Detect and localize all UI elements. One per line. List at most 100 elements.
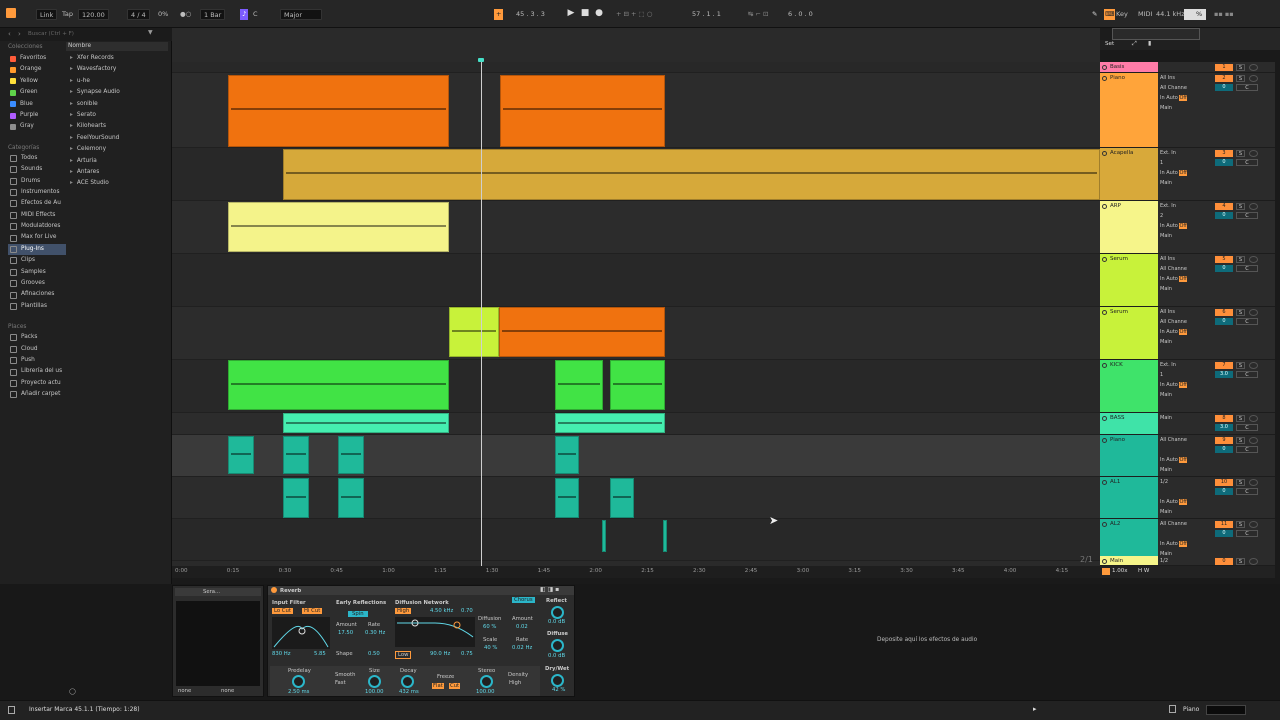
category-item[interactable]: Afinaciones [8, 289, 66, 300]
monitor-auto[interactable]: Auto [1166, 457, 1178, 463]
pan-field[interactable]: C [1236, 159, 1258, 166]
metronome-icon[interactable]: ●○ [180, 9, 191, 20]
diffusion-value[interactable]: 60 % [483, 624, 496, 630]
monitor-off[interactable]: Off [1179, 95, 1187, 101]
chorus-amount-value[interactable]: 0.02 [516, 624, 528, 630]
expand-arrow-icon[interactable]: ▸ [70, 53, 73, 64]
back-icon[interactable]: ‹ [8, 30, 11, 38]
plugin-folder[interactable]: ▸ Serato [68, 110, 168, 121]
category-item[interactable]: Sounds [8, 164, 66, 175]
arm-icon[interactable] [1249, 415, 1258, 422]
arm-icon[interactable] [1249, 521, 1258, 528]
clip[interactable] [500, 75, 665, 147]
high-freq-value[interactable]: 4.50 kHz [430, 608, 453, 614]
diffusion-curve-display[interactable] [395, 617, 475, 647]
track-fold-icon[interactable] [1102, 416, 1107, 421]
monitor-in[interactable]: In [1160, 223, 1165, 229]
forward-icon[interactable]: › [18, 30, 21, 38]
midi-map-button[interactable]: MIDI [1138, 9, 1152, 20]
volume-field[interactable]: 0 [1215, 84, 1233, 91]
monitor-off[interactable]: Off [1179, 329, 1187, 335]
footer-h[interactable]: H W [1138, 568, 1149, 574]
category-item[interactable]: Efectos de Au [8, 198, 66, 209]
track-activator[interactable]: 11 [1215, 521, 1233, 528]
link-button[interactable]: Link [36, 9, 58, 20]
output-select[interactable]: Main [1160, 286, 1200, 293]
track-fold-icon[interactable] [1102, 363, 1107, 368]
hi-freq[interactable]: 5.85 [314, 651, 326, 657]
solo-button[interactable]: S [1236, 437, 1245, 444]
monitor-auto[interactable]: Auto [1166, 499, 1178, 505]
collection-item[interactable]: Yellow [8, 76, 66, 87]
track-header[interactable]: Serum [1100, 254, 1158, 307]
expand-icon[interactable]: ⤢ [1132, 40, 1137, 48]
track-fold-icon[interactable] [1102, 257, 1107, 262]
monitor-off[interactable]: Off [1179, 499, 1187, 505]
input-type-select[interactable]: Ext. In [1160, 362, 1200, 369]
arm-icon[interactable] [1249, 362, 1258, 369]
clip[interactable] [228, 436, 254, 474]
track-fold-icon[interactable] [1102, 204, 1107, 209]
clip[interactable] [663, 520, 667, 552]
category-item[interactable]: Instrumentos [8, 187, 66, 198]
arm-icon[interactable] [1249, 437, 1258, 444]
clip[interactable] [449, 307, 499, 357]
plugin-folder[interactable]: ▸ ACE Studio [68, 178, 168, 189]
place-item[interactable]: Proyecto actu [8, 378, 66, 389]
clip[interactable] [555, 478, 579, 518]
category-item[interactable]: Max for Live [8, 232, 66, 243]
track-header[interactable]: Basis [1100, 62, 1158, 73]
arm-icon[interactable] [1249, 150, 1258, 157]
reflect-value[interactable]: 0.0 dB [548, 619, 565, 625]
category-item[interactable]: Drums [8, 176, 66, 187]
solo-button[interactable]: S [1236, 521, 1245, 528]
input-type-select[interactable]: 1/2 [1160, 479, 1200, 486]
high-toggle[interactable]: High [395, 608, 412, 614]
category-item[interactable]: Modulatdores [8, 221, 66, 232]
low-freq-value[interactable]: 90.0 Hz [430, 651, 450, 657]
input-channel-select[interactable]: 1 [1160, 160, 1200, 167]
solo-button[interactable]: S [1236, 362, 1245, 369]
record-icon[interactable]: ● [594, 8, 604, 19]
stop-icon[interactable]: ■ [580, 8, 590, 19]
pan-field[interactable]: C [1236, 424, 1258, 431]
collection-item[interactable]: Green [8, 87, 66, 98]
track-lane[interactable] [172, 254, 1100, 307]
lo-freq[interactable]: 830 Hz [272, 651, 291, 657]
time-signature[interactable]: 4 / 4 [127, 9, 150, 20]
smooth-select[interactable]: Fast [335, 680, 346, 686]
collection-item[interactable]: Blue [8, 99, 66, 110]
monitor-in[interactable]: In [1160, 170, 1165, 176]
input-type-select[interactable]: Main [1160, 415, 1200, 422]
low-toggle[interactable]: Low [395, 651, 412, 659]
solo-button[interactable]: S [1236, 415, 1245, 422]
decay-knob[interactable] [401, 675, 414, 688]
expand-arrow-icon[interactable]: ▸ [70, 121, 73, 132]
clip[interactable] [228, 75, 449, 147]
track-activator[interactable]: 6 [1215, 309, 1233, 316]
time-ruler[interactable]: 0:00 0:15 0:30 0:45 1:00 1:15 1:30 1:45 2:00 2:15… [172, 566, 1100, 578]
category-item[interactable]: Samples [8, 267, 66, 278]
footer-icon[interactable] [1102, 568, 1110, 575]
volume-field[interactable]: 0 [1215, 530, 1233, 537]
clip[interactable] [602, 520, 606, 552]
volume-field[interactable]: 0 [1215, 159, 1233, 166]
solo-button[interactable]: S [1236, 309, 1245, 316]
output-select[interactable]: Main [1160, 180, 1200, 187]
input-channel-select[interactable]: All Channe [1160, 85, 1200, 92]
follow-icon[interactable]: + [494, 9, 504, 20]
solo-button[interactable]: S [1236, 64, 1245, 71]
volume-field[interactable]: 3.0 [1215, 424, 1233, 431]
track-activator[interactable]: 2 [1215, 75, 1233, 82]
pan-field[interactable]: C [1236, 265, 1258, 272]
collection-item[interactable]: Purple [8, 110, 66, 121]
pan-field[interactable]: C [1236, 371, 1258, 378]
rate-value[interactable]: 0.30 Hz [365, 630, 385, 636]
track-fold-icon[interactable] [1102, 76, 1107, 81]
volume-field[interactable]: 0 [1215, 265, 1233, 272]
expand-arrow-icon[interactable]: ▸ [70, 64, 73, 75]
input-channel-select[interactable]: 1 [1160, 372, 1200, 379]
key-select[interactable]: C [253, 9, 258, 20]
volume-field[interactable]: 0 [1215, 318, 1233, 325]
reflect-knob[interactable] [551, 606, 564, 619]
